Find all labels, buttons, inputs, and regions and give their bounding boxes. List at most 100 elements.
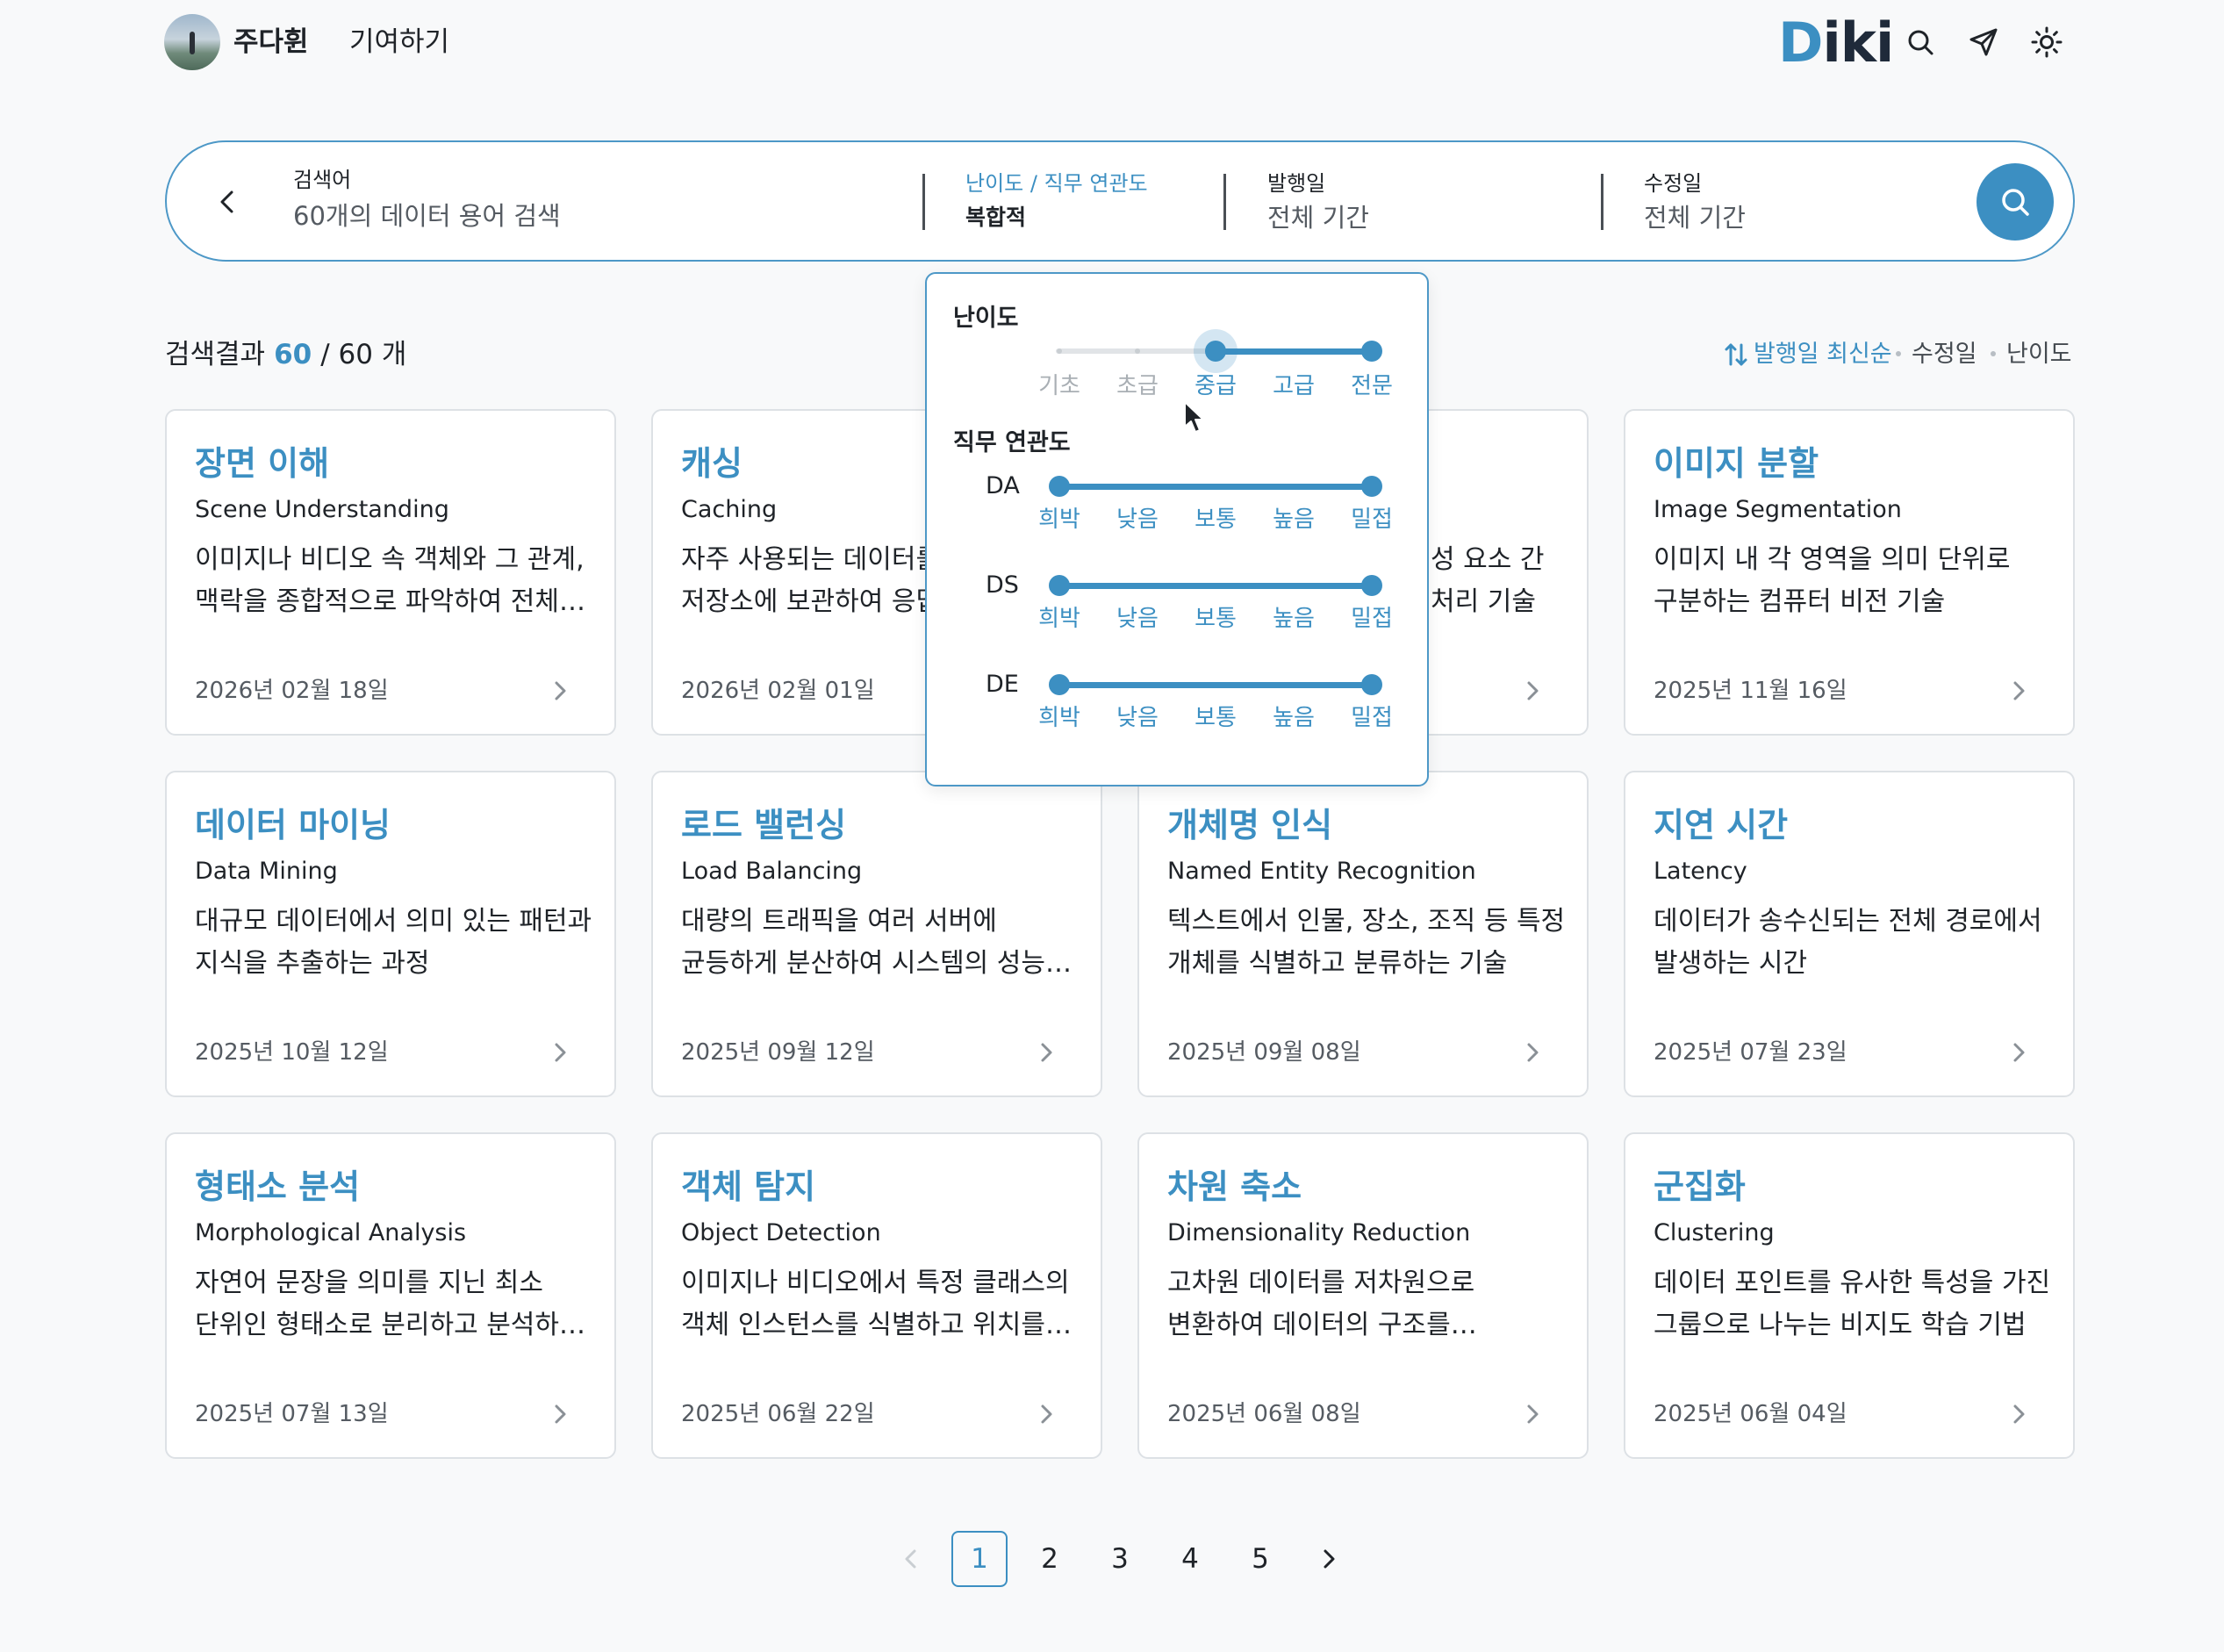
slider-max-handle[interactable] — [1361, 341, 1382, 362]
slider-level-label[interactable]: 높음 — [1263, 605, 1324, 633]
slider-min-handle[interactable] — [1049, 674, 1070, 695]
card-english: Caching — [681, 496, 778, 523]
term-card[interactable]: 데이터 마이닝 Data Mining 대규모 데이터에서 의미 있는 패턴과 지식… — [165, 771, 616, 1097]
keyword-input[interactable]: 60개의 데이터 용어 검색 — [293, 200, 561, 232]
slider-level-label[interactable]: 낮음 — [1107, 605, 1168, 633]
slider-level-label[interactable]: 보통 — [1185, 605, 1246, 633]
term-card[interactable]: 로드 밸런싱 Load Balancing 대량의 트래픽을 여러 서버에 균등하게… — [651, 771, 1102, 1097]
contribute-link[interactable]: 기여하기 — [349, 25, 449, 60]
slider-level-label[interactable]: 낮음 — [1107, 704, 1168, 732]
slider-level-label[interactable]: 기초 — [1029, 372, 1090, 400]
published-value[interactable]: 전체 기간 — [1267, 202, 1369, 233]
page-1[interactable]: 1 — [951, 1531, 1008, 1587]
sort-icon[interactable] — [1724, 341, 1748, 369]
relevance-row-label: DS — [986, 571, 1019, 599]
logo-first-letter: D — [1778, 11, 1823, 75]
card-description: 이미지나 비디오에서 특정 클래스의 객체 인스턴스를 식별하고 위치를 찾는 … — [681, 1268, 1070, 1340]
card-title: 로드 밸런싱 — [681, 806, 847, 844]
published-label[interactable]: 발행일 — [1267, 170, 1325, 197]
term-card[interactable]: 장면 이해 Scene Understanding 이미지나 비디오 속 객체와 그… — [165, 409, 616, 736]
slider-level-label[interactable]: 희박 — [1029, 506, 1090, 534]
term-card[interactable]: 개체명 인식 Named Entity Recognition 텍스트에서 인물, … — [1137, 771, 1589, 1097]
slider-max-handle[interactable] — [1361, 476, 1382, 497]
page-5[interactable]: 5 — [1232, 1531, 1288, 1587]
term-card[interactable]: 지연 시간 Latency 데이터가 송수신되는 전체 경로에서 발생하는 시간 20… — [1624, 771, 2075, 1097]
chevron-right-icon — [2013, 1404, 2025, 1424]
sort-difficulty[interactable]: 난이도 — [2006, 341, 2072, 369]
sort-published[interactable]: 발행일 최신순 — [1754, 341, 1892, 369]
next-page-icon[interactable] — [1313, 1543, 1345, 1575]
chevron-right-icon — [1527, 1043, 1539, 1062]
page-2[interactable]: 2 — [1022, 1531, 1078, 1587]
chevron-right-icon — [1041, 1404, 1052, 1424]
slider-level-label[interactable]: 희박 — [1029, 605, 1090, 633]
slider-range-fill — [1059, 583, 1372, 589]
top-header: 주다휜 기여하기 Diki — [0, 0, 2224, 84]
slider-step-dot — [1057, 348, 1062, 354]
slider-level-label[interactable]: 밀접 — [1341, 605, 1403, 633]
card-description: 이미지 내 각 영역을 의미 단위로 구분하는 컴퓨터 비전 기술 — [1654, 544, 2011, 617]
page-3[interactable]: 3 — [1092, 1531, 1148, 1587]
card-title: 개체명 인식 — [1167, 806, 1333, 844]
chevron-right-icon — [555, 1043, 566, 1062]
slider-level-label[interactable]: 밀접 — [1341, 506, 1403, 534]
sun-icon[interactable] — [2031, 26, 2063, 58]
term-card[interactable]: 형태소 분석 Morphological Analysis 자연어 문장을 의미를 … — [165, 1132, 616, 1459]
filter-value[interactable]: 복합적 — [965, 202, 1026, 233]
term-card[interactable]: 차원 축소 Dimensionality Reduction 고차원 데이터를 저차… — [1137, 1132, 1589, 1459]
slider-max-handle[interactable] — [1361, 674, 1382, 695]
slider-level-label[interactable]: 높음 — [1263, 704, 1324, 732]
logo-rest: iki — [1822, 11, 1894, 75]
card-date: 2025년 07월 23일 — [1654, 1039, 1847, 1066]
term-card[interactable]: 이미지 분할 Image Segmentation 이미지 내 각 영역을 의미 단… — [1624, 409, 2075, 736]
send-icon[interactable] — [1968, 26, 1999, 58]
user-name[interactable]: 주다휜 — [233, 25, 309, 60]
term-card[interactable]: 객체 탐지 Object Detection 이미지나 비디오에서 특정 클래스의 … — [651, 1132, 1102, 1459]
modified-value[interactable]: 전체 기간 — [1644, 202, 1746, 233]
result-prefix: 검색결과 — [165, 339, 266, 370]
slider-level-label[interactable]: 초급 — [1107, 372, 1168, 400]
sort-modified[interactable]: 수정일 — [1912, 341, 1977, 369]
card-date: 2026년 02월 18일 — [195, 678, 389, 704]
card-english: Scene Understanding — [195, 496, 449, 523]
card-english: Clustering — [1654, 1219, 1775, 1246]
chevron-right-icon — [1527, 681, 1539, 700]
card-description: 대량의 트래픽을 여러 서버에 균등하게 분산하여 시스템의 성능과 가용성을 … — [681, 906, 1070, 979]
search-button[interactable] — [1976, 163, 2054, 241]
card-title: 군집화 — [1654, 1167, 1746, 1206]
logo[interactable]: Diki — [1778, 11, 1894, 75]
slider-level-label[interactable]: 높음 — [1263, 506, 1324, 534]
search-icon — [2002, 189, 2029, 216]
slider-level-label[interactable]: 고급 — [1263, 372, 1324, 400]
slider-max-handle[interactable] — [1361, 575, 1382, 596]
slider-level-label[interactable]: 낮음 — [1107, 506, 1168, 534]
avatar[interactable] — [164, 14, 220, 70]
slider-level-label[interactable]: 전문 — [1341, 372, 1403, 400]
slider-min-handle[interactable] — [1049, 476, 1070, 497]
card-description: 이미지나 비디오 속 객체와 그 관계, 맥락을 종합적으로 파악하여 전체 장… — [195, 544, 585, 617]
card-description: 자연어 문장을 의미를 지닌 최소 단위인 형태소로 분리하고 분석하는 기술 — [195, 1268, 584, 1340]
back-chevron-icon[interactable] — [212, 186, 244, 218]
difficulty-title: 난이도 — [953, 305, 1019, 332]
card-date: 2026년 02월 01일 — [681, 678, 875, 704]
card-description: 대규모 데이터에서 의미 있는 패턴과 지식을 추출하는 과정 — [195, 906, 592, 979]
page-4[interactable]: 4 — [1162, 1531, 1218, 1587]
card-title: 형태소 분석 — [195, 1167, 361, 1206]
card-english: Data Mining — [195, 858, 338, 885]
slider-min-handle[interactable] — [1205, 341, 1226, 362]
slider-level-label[interactable]: 보통 — [1185, 704, 1246, 732]
slider-level-label[interactable]: 보통 — [1185, 506, 1246, 534]
modified-label[interactable]: 수정일 — [1644, 170, 1702, 197]
slider-level-label[interactable]: 밀접 — [1341, 704, 1403, 732]
slider-level-label[interactable]: 희박 — [1029, 704, 1090, 732]
slider-level-label[interactable]: 중급 — [1185, 372, 1246, 400]
prev-page-icon[interactable] — [895, 1543, 927, 1575]
term-card[interactable]: 군집화 Clustering 데이터 포인트를 유사한 특성을 가진 그룹으로 나누… — [1624, 1132, 2075, 1459]
card-title: 객체 탐지 — [681, 1167, 816, 1206]
slider-min-handle[interactable] — [1049, 575, 1070, 596]
filter-label[interactable]: 난이도 / 직무 연관도 — [965, 170, 1148, 197]
card-description: 성 요소 간 처리 기술 — [1431, 544, 1545, 617]
search-icon[interactable] — [1905, 26, 1936, 58]
chevron-right-icon — [1527, 1404, 1539, 1424]
slider-range-fill — [1216, 348, 1372, 355]
